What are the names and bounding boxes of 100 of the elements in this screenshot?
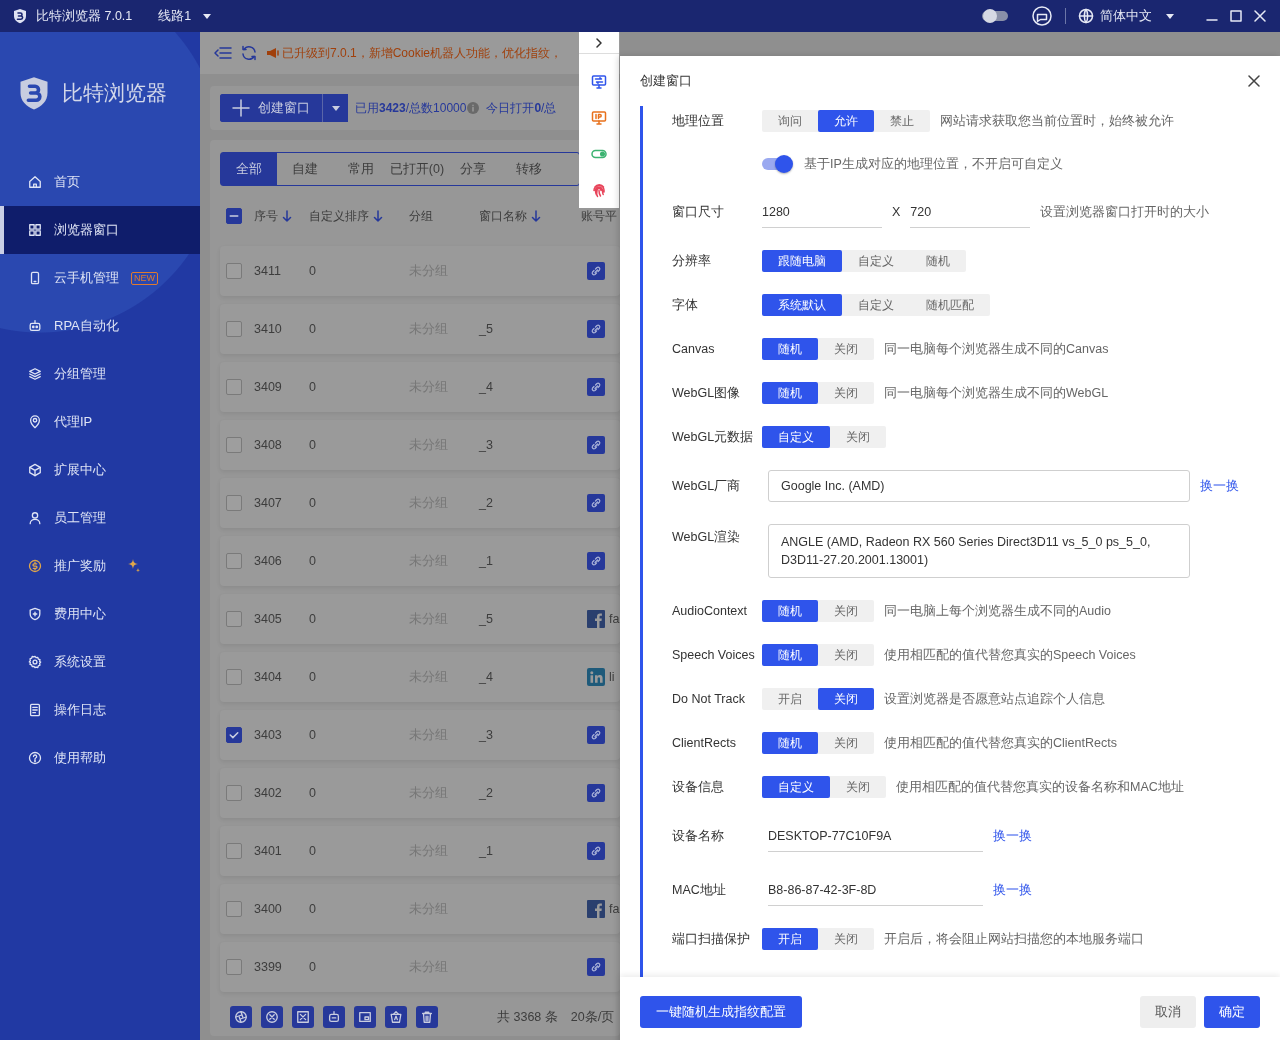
chevron-right-icon[interactable] [594, 37, 604, 48]
sidebar-item[interactable]: 使用帮助 [0, 734, 200, 782]
sidebar-item[interactable]: RPA自动化 [0, 302, 200, 350]
segment-option[interactable]: 关闭 [818, 732, 874, 754]
segment-option[interactable]: 随机 [762, 732, 818, 754]
column-header[interactable]: 序号 [254, 207, 278, 225]
sidebar-item[interactable]: 浏览器窗口 [0, 206, 200, 254]
segment-option[interactable]: 随机 [762, 382, 818, 404]
refresh-icon[interactable] [240, 44, 258, 62]
text-input[interactable]: Google Inc. (AMD) [768, 470, 1190, 502]
toolbar-button[interactable] [416, 1006, 438, 1028]
segment-option[interactable]: 自定义 [842, 250, 910, 272]
collapse-menu-icon[interactable] [214, 45, 232, 61]
sidebar-item[interactable]: 扩展中心 [0, 446, 200, 494]
segment-option[interactable]: 随机匹配 [910, 294, 990, 316]
text-area[interactable]: ANGLE (AMD, Radeon RX 560 Series Direct3D11 vs_5_0 ps_5_0, D3D11-27.20.2001.13001) [768, 524, 1190, 578]
toolbar-button[interactable] [323, 1006, 345, 1028]
row-checkbox[interactable] [226, 553, 242, 569]
select-all-checkbox[interactable] [226, 208, 242, 224]
column-header[interactable]: 账号平 [581, 207, 617, 225]
segment-option[interactable]: 关闭 [818, 382, 874, 404]
sidebar-item[interactable]: 云手机管理 NEW [0, 254, 200, 302]
segment-option[interactable]: 随机 [762, 338, 818, 360]
segment-option[interactable]: 关闭 [818, 644, 874, 666]
segment-option[interactable]: 系统默认 [762, 294, 842, 316]
row-checkbox[interactable] [226, 785, 242, 801]
row-checkbox[interactable] [226, 959, 242, 975]
language-selector[interactable]: 简体中文 [1078, 6, 1174, 26]
chat-icon[interactable] [1031, 5, 1053, 27]
segment-option[interactable]: 随机 [762, 644, 818, 666]
column-header[interactable]: 窗口名称 [479, 207, 527, 225]
ip-monitor-icon[interactable] [591, 110, 607, 126]
segment-option[interactable]: 关闭 [818, 600, 874, 622]
sort-arrow-icon[interactable] [373, 210, 383, 222]
filter-tab[interactable]: 转移 [501, 153, 557, 185]
dropdown-toggle-button[interactable] [322, 94, 348, 122]
sidebar-item[interactable]: 员工管理 [0, 494, 200, 542]
toggle-icon[interactable] [981, 8, 1009, 24]
filter-tab[interactable]: 全部 [221, 153, 277, 185]
row-checkbox[interactable] [226, 321, 242, 337]
sidebar-item[interactable]: 推广奖励 [0, 542, 200, 590]
sidebar-item[interactable]: 分组管理 [0, 350, 200, 398]
close-icon[interactable] [1248, 75, 1260, 87]
segment-option[interactable]: 开启 [762, 688, 818, 710]
segment-option[interactable]: 随机 [910, 250, 966, 272]
row-checkbox[interactable] [226, 263, 242, 279]
segment-option[interactable]: 关闭 [830, 776, 886, 798]
sidebar-item[interactable]: 首页 [0, 158, 200, 206]
maximize-icon[interactable] [1230, 10, 1242, 22]
row-checkbox[interactable] [226, 611, 242, 627]
segment-option[interactable]: 关闭 [818, 688, 874, 710]
page-size-selector[interactable]: 20条/页 [570, 1007, 615, 1027]
row-checkbox[interactable] [226, 727, 242, 743]
shuffle-link[interactable]: 换一换 [1200, 476, 1239, 496]
route-selector[interactable]: 线路1 [158, 6, 212, 26]
column-header[interactable]: 分组 [409, 207, 433, 225]
row-checkbox[interactable] [226, 495, 242, 511]
row-checkbox[interactable] [226, 379, 242, 395]
generate-fingerprint-button[interactable]: 一键随机生成指纹配置 [640, 996, 802, 1028]
segment-option[interactable]: 关闭 [818, 338, 874, 360]
filter-tab[interactable]: 常用 [333, 153, 389, 185]
toolbar-button[interactable] [230, 1006, 252, 1028]
toolbar-button[interactable] [385, 1006, 407, 1028]
row-checkbox[interactable] [226, 669, 242, 685]
segment-option[interactable]: 自定义 [762, 776, 830, 798]
segment-option[interactable]: 禁止 [874, 110, 930, 132]
row-checkbox[interactable] [226, 843, 242, 859]
shuffle-link[interactable]: 换一换 [993, 826, 1032, 846]
toggle-switch[interactable] [762, 154, 794, 174]
segment-option[interactable]: 询问 [762, 110, 818, 132]
segment-option[interactable]: 跟随电脑 [762, 250, 842, 272]
confirm-button[interactable]: 确定 [1204, 996, 1260, 1028]
filter-tab[interactable]: 自建 [277, 153, 333, 185]
toolbar-button[interactable] [292, 1006, 314, 1028]
monitor-icon[interactable] [591, 74, 607, 90]
sidebar-item[interactable]: 费用中心 [0, 590, 200, 638]
segment-option[interactable]: 随机 [762, 600, 818, 622]
segment-option[interactable]: 关闭 [818, 928, 874, 950]
cancel-button[interactable]: 取消 [1140, 996, 1196, 1028]
sort-arrow-icon[interactable] [282, 210, 292, 222]
segment-option[interactable]: 允许 [818, 110, 874, 132]
column-header[interactable]: 自定义排序 [309, 207, 369, 225]
shuffle-link[interactable]: 换一换 [993, 880, 1032, 900]
sort-arrow-icon[interactable] [531, 210, 541, 222]
sidebar-item[interactable]: 操作日志 [0, 686, 200, 734]
row-checkbox[interactable] [226, 437, 242, 453]
filter-tab[interactable]: 分享 [445, 153, 501, 185]
segment-option[interactable]: 自定义 [842, 294, 910, 316]
toolbar-button[interactable] [261, 1006, 283, 1028]
sidebar-item[interactable]: 系统设置 [0, 638, 200, 686]
segment-option[interactable]: 自定义 [762, 426, 830, 448]
coin-icon [28, 559, 42, 573]
fingerprint-icon[interactable] [591, 182, 607, 198]
filter-tab[interactable]: 已打开(0) [389, 153, 445, 185]
sidebar-item[interactable]: 代理IP [0, 398, 200, 446]
name-cell-text: _1 [479, 552, 494, 570]
toolbar-button[interactable] [354, 1006, 376, 1028]
segment-option[interactable]: 开启 [762, 928, 818, 950]
row-checkbox[interactable] [226, 901, 242, 917]
segment-option[interactable]: 关闭 [830, 426, 886, 448]
